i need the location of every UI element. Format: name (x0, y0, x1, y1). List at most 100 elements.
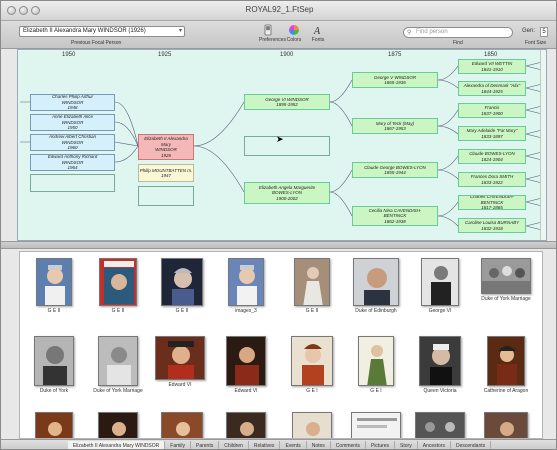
portrait-thumbnail (161, 412, 203, 438)
picture-tile[interactable]: Duke of York Marriage (88, 336, 148, 394)
picture-tile[interactable]: Catherine of Aragon (476, 336, 536, 394)
fonts-button[interactable]: A Fonts (309, 24, 327, 43)
portrait-thumbnail (291, 336, 333, 386)
font-icon: A (313, 26, 321, 36)
person-dates: 1948 (67, 105, 78, 111)
person-dates: 1824-1904 (481, 156, 503, 162)
picture-caption: G E II (305, 308, 319, 314)
group-photo-thumbnail (481, 258, 531, 294)
child-box[interactable]: Edward Anthony Richard WINDSOR 1964 (30, 154, 115, 171)
picture-tile[interactable]: Edward VI (150, 336, 210, 388)
portrait-thumbnail (419, 336, 461, 386)
portrait-thumbnail (292, 412, 332, 438)
picture-tile[interactable]: G E II (88, 258, 148, 314)
picture-tile[interactable] (216, 412, 276, 438)
portrait-thumbnail (421, 258, 459, 306)
find-person-input[interactable]: ⚲ Find person (403, 27, 513, 38)
spouse-box[interactable]: Philip MOUNTBATTEN m. 1947 (138, 164, 194, 182)
picture-tile[interactable]: Duke of York Marriage (476, 258, 536, 302)
year-header: 1900 (280, 52, 294, 58)
picture-tile[interactable]: Queen Victoria (410, 336, 470, 394)
tab-notes[interactable]: Notes (307, 440, 331, 449)
focal-person-box[interactable]: Elizabeth II Alexandra Mary WINDSOR 1926 (138, 134, 194, 160)
colors-button-label: Colors (286, 37, 302, 43)
mother-box[interactable]: Elizabeth Angela Marguerite BOWES-LYON 1… (244, 182, 330, 204)
picture-tile[interactable]: Duke of Edinburgh (346, 258, 406, 314)
person-dates: 1833-1922 (481, 179, 503, 185)
tab-story[interactable]: Story (395, 440, 418, 449)
portrait-thumbnail (294, 258, 330, 306)
year-header: 1875 (388, 52, 402, 58)
view-tab-bar: Elizabeth II Alexandra Mary WINDSOR Fami… (1, 439, 556, 449)
child-box[interactable]: Andrew Albert Christian WINDSOR 1960 (30, 134, 115, 151)
great-grandparent-box[interactable]: Edward VII WETTIN 1841-1910 (458, 59, 526, 74)
application-window: ROYAL92_1.FtSep Elizabeth II Alexandra M… (0, 0, 557, 450)
empty-parent-slot[interactable] (244, 136, 330, 156)
grandparent-box[interactable]: George V WINDSOR 1865-1936 (352, 72, 438, 88)
tab-family[interactable]: Family (165, 440, 191, 449)
portrait-thumbnail (358, 336, 394, 386)
great-grandparent-box[interactable]: Alexandra of Denmark "Alix" 1844-1925 (458, 81, 526, 96)
picture-tile[interactable] (152, 412, 212, 438)
previous-focal-person-caption: Previous Focal Person (71, 40, 122, 46)
picture-tile[interactable]: George VI (410, 258, 470, 314)
picture-tile[interactable] (282, 412, 342, 438)
find-caption: Find (453, 40, 463, 46)
picture-tile[interactable] (346, 412, 406, 438)
year-header: 1925 (158, 52, 172, 58)
grandparent-box[interactable]: Mary of Teck (May) 1867-1953 (352, 118, 438, 134)
colors-button[interactable]: Colors (285, 24, 303, 43)
tab-focal-person[interactable]: Elizabeth II Alexandra Mary WINDSOR (67, 440, 166, 449)
great-grandparent-box[interactable]: Charles CAVENDISH-BENTINCK 1817-1865 (458, 195, 526, 210)
grandparent-box[interactable]: Claude George BOWES-LYON 1855-1944 (352, 162, 438, 178)
tab-children[interactable]: Children (219, 440, 249, 449)
picture-tile[interactable]: Edward VI (216, 336, 276, 394)
person-dates: 1960 (67, 145, 78, 151)
picture-tile[interactable] (88, 412, 148, 438)
child-box[interactable]: Charles Philip Arthur WINDSOR 1948 (30, 94, 115, 111)
picture-caption: Duke of York (39, 388, 69, 394)
tab-pictures[interactable]: Pictures (366, 440, 396, 449)
great-grandparent-box[interactable]: Caroline Louisa BURNABY 1832-1918 (458, 218, 526, 233)
great-grandparent-box[interactable]: Frances Dora SMITH 1833-1922 (458, 172, 526, 187)
picture-tile[interactable] (410, 412, 470, 438)
picture-tile[interactable]: G E I (346, 336, 406, 394)
person-dates: 1865-1936 (384, 80, 406, 85)
great-grandparent-box[interactable]: Mary Adelaide "Fat Mary" 1833-1897 (458, 126, 526, 141)
fonts-button-label: Fonts (311, 37, 325, 43)
focal-person-select[interactable]: Elizabeth II Alexandra Mary WINDSOR (192… (19, 26, 185, 37)
child-box[interactable]: Anne Elizabeth Alice WINDSOR 1950 (30, 114, 115, 131)
empty-child-slot[interactable] (30, 174, 115, 192)
pane-splitter[interactable] (1, 241, 556, 249)
preferences-button[interactable]: Preferences (259, 24, 286, 43)
portrait-thumbnail (35, 412, 73, 438)
picture-tile[interactable]: Duke of York (24, 336, 84, 394)
year-header: 1950 (62, 52, 76, 58)
picture-tile[interactable]: G E I (282, 336, 342, 394)
tab-ancestors[interactable]: Ancestors (418, 440, 451, 449)
father-box[interactable]: George VI WINDSOR 1895-1952 (244, 94, 330, 110)
picture-tile[interactable] (476, 412, 536, 438)
tree-scrollbar[interactable] (540, 50, 546, 240)
great-grandparent-box[interactable]: Francis 1837-1900 (458, 103, 526, 118)
tab-comments[interactable]: Comments (331, 440, 366, 449)
tab-events[interactable]: Events (280, 440, 307, 449)
tab-parents[interactable]: Parents (191, 440, 220, 449)
generations-field[interactable]: 5 (540, 27, 548, 37)
person-dates: 1900-2002 (276, 195, 298, 201)
empty-spouse-slot[interactable] (138, 186, 194, 206)
picture-caption: G E II (111, 308, 125, 314)
picture-caption: G E I (370, 388, 382, 394)
person-name: Elizabeth II Alexandra Mary (144, 136, 188, 147)
picture-tile[interactable]: G E II (282, 258, 342, 314)
person-dates: 1862-1938 (384, 218, 406, 224)
picture-tile[interactable] (24, 412, 84, 438)
grandparent-box[interactable]: Cecilia Nina CAVENDISH- BENTINCK 1862-19… (352, 206, 438, 226)
picture-tile[interactable]: G E II (24, 258, 84, 314)
picture-tile[interactable]: images_3 (216, 258, 276, 314)
tab-relatives[interactable]: Relatives (249, 440, 281, 449)
tab-descendants[interactable]: Descendants (451, 440, 492, 449)
picture-caption: G E II (47, 308, 61, 314)
great-grandparent-box[interactable]: Claude BOWES-LYON 1824-1904 (458, 149, 526, 164)
picture-tile[interactable]: G E II (152, 258, 212, 314)
